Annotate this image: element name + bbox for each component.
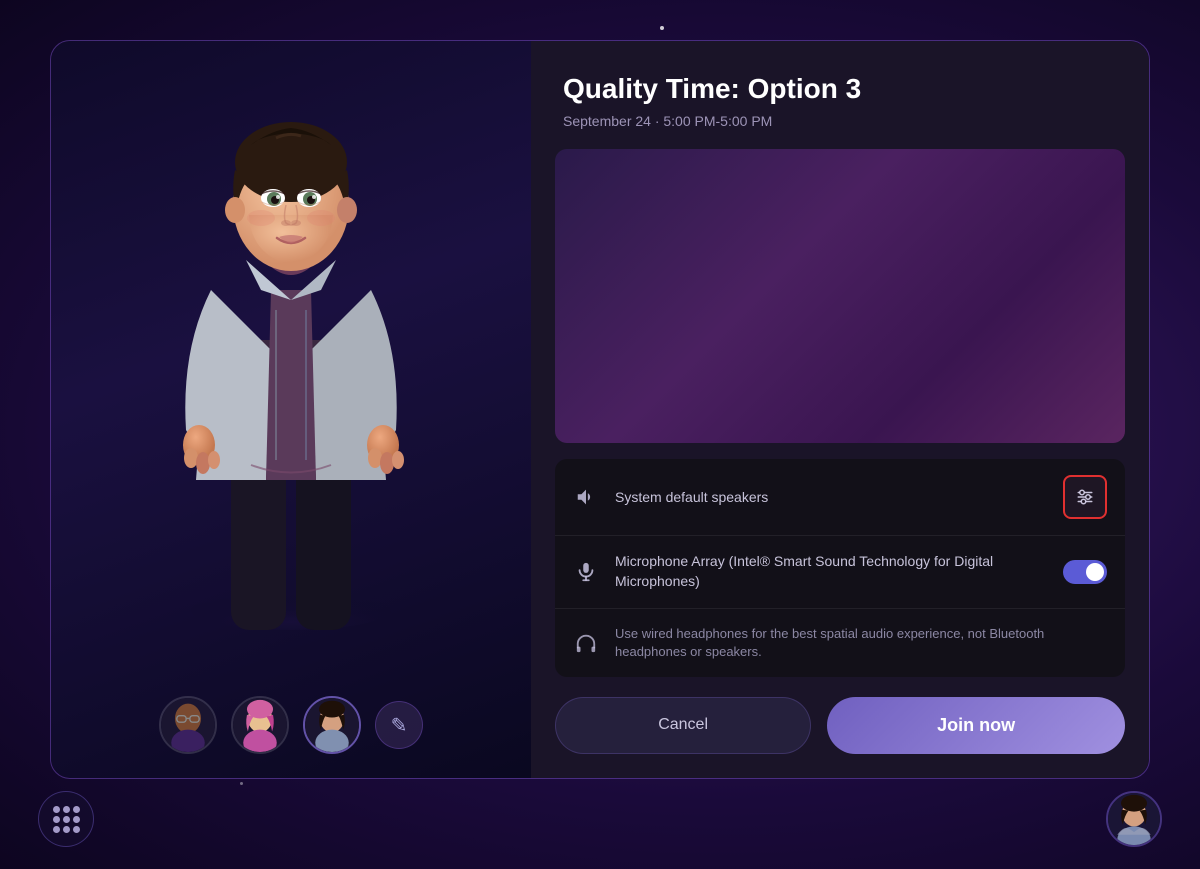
cancel-button[interactable]: Cancel [555, 697, 811, 754]
event-header: Quality Time: Option 3 September 24 · 5:… [531, 41, 1149, 149]
audio-settings-panel: System default speakers [555, 459, 1125, 677]
join-now-button[interactable]: Join now [827, 697, 1125, 754]
action-bar: Cancel Join now [531, 677, 1149, 778]
grid-dot [73, 826, 80, 833]
mic-icon [573, 561, 599, 583]
mic-row: Microphone Array (Intel® Smart Sound Tec… [555, 536, 1125, 608]
toggle-thumb [1086, 563, 1104, 581]
avatar-thumb-3[interactable] [303, 696, 361, 754]
main-card: ✎ Quality Time: Option 3 September 24 · … [50, 40, 1150, 779]
grid-dot [63, 816, 70, 823]
speaker-row: System default speakers [555, 459, 1125, 536]
user-avatar-button[interactable] [1106, 791, 1162, 847]
avatar-thumb-1[interactable] [159, 696, 217, 754]
grid-icon [53, 806, 80, 833]
avatar-main [121, 90, 461, 650]
event-datetime: September 24 · 5:00 PM-5:00 PM [563, 113, 1117, 129]
avatar-thumb-2[interactable] [231, 696, 289, 754]
grid-dot [73, 816, 80, 823]
speaker-label: System default speakers [615, 488, 1047, 508]
edit-icon: ✎ [391, 713, 408, 738]
spatial-audio-row: Use wired headphones for the best spatia… [555, 609, 1125, 677]
grid-dot [73, 806, 80, 813]
grid-dot [53, 816, 60, 823]
edit-avatar-button[interactable]: ✎ [375, 701, 423, 749]
mic-toggle-action [1063, 560, 1107, 584]
right-panel: Quality Time: Option 3 September 24 · 5:… [531, 41, 1149, 778]
event-preview [555, 149, 1125, 443]
audio-settings-button[interactable] [1063, 475, 1107, 519]
event-title: Quality Time: Option 3 [563, 73, 1117, 105]
grid-dot [53, 826, 60, 833]
speaker-icon [573, 486, 599, 508]
mic-label: Microphone Array (Intel® Smart Sound Tec… [615, 552, 1047, 591]
grid-dot [53, 806, 60, 813]
spatial-audio-tip: Use wired headphones for the best spatia… [615, 625, 1047, 661]
menu-grid-button[interactable] [38, 791, 94, 847]
headphones-icon [573, 632, 599, 654]
grid-dot [63, 806, 70, 813]
speaker-settings-action [1063, 475, 1107, 519]
avatar-selectors: ✎ [51, 696, 531, 754]
avatar-container [51, 41, 531, 698]
grid-dot [63, 826, 70, 833]
mic-toggle[interactable] [1063, 560, 1107, 584]
left-panel: ✎ [51, 41, 531, 778]
